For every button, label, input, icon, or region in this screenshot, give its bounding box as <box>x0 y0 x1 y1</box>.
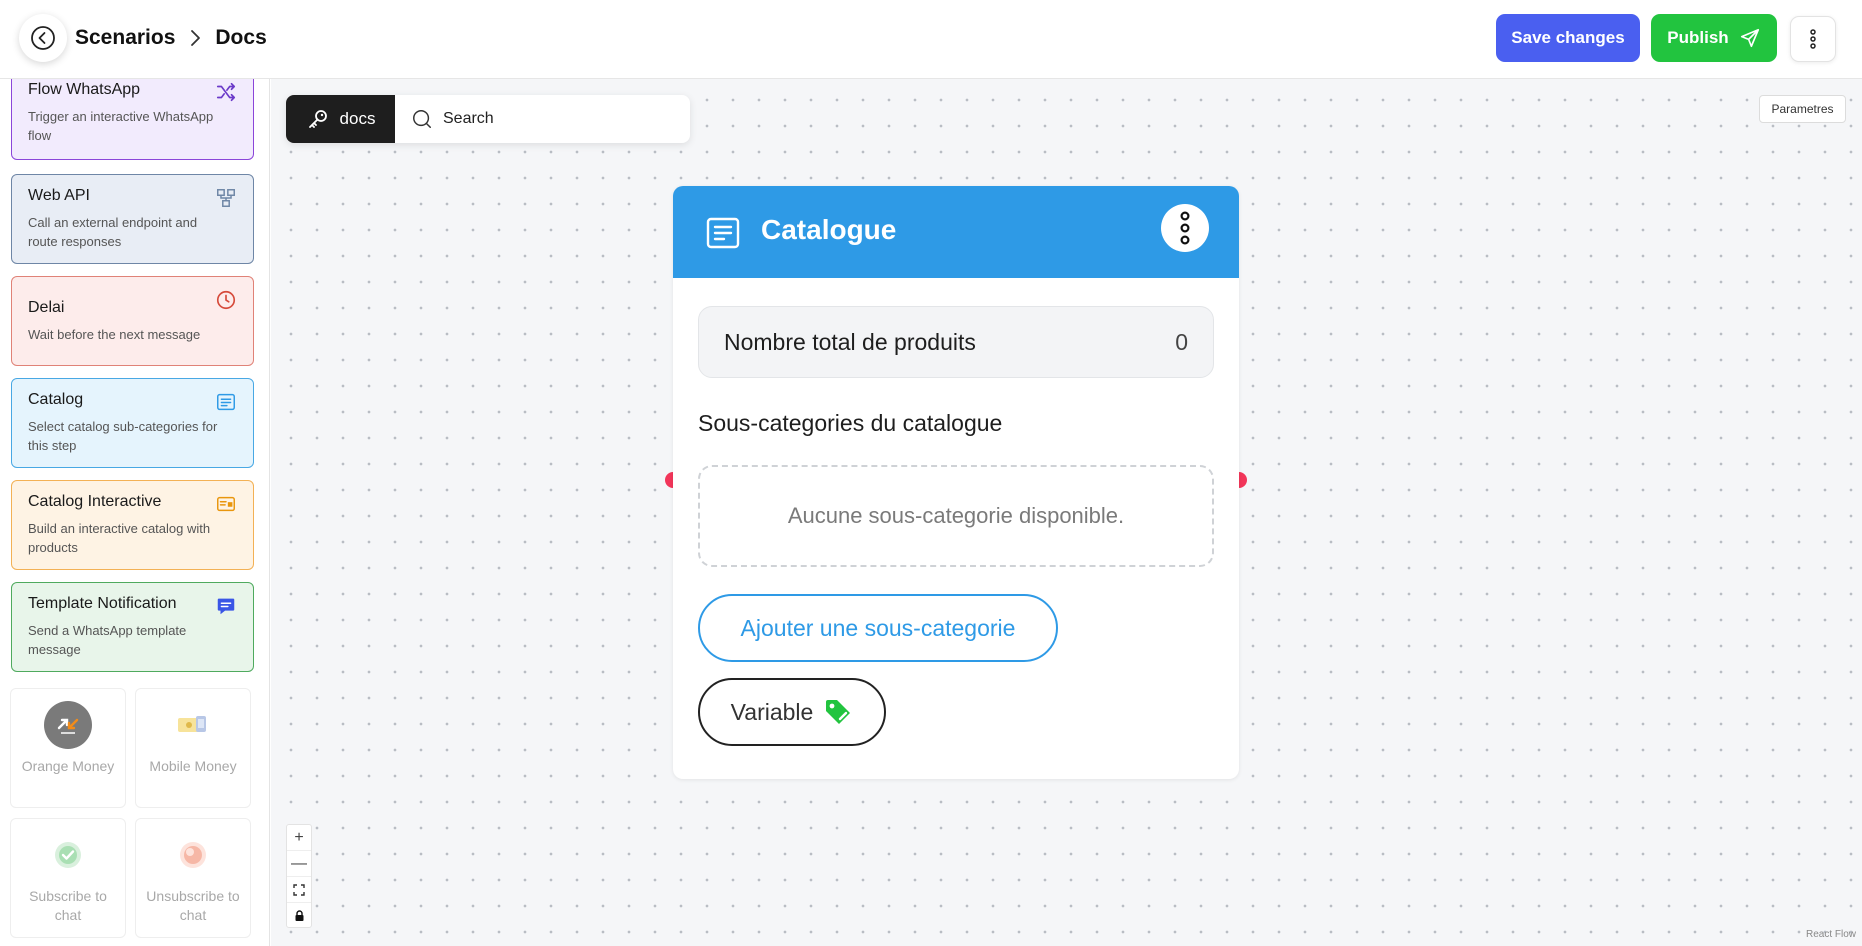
tile-label: Subscribe to chat <box>29 888 107 923</box>
palette-web-api[interactable]: Web API Call an external endpoint and ro… <box>11 174 254 264</box>
tile-unsubscribe-to-chat[interactable]: Unsubscribe to chat <box>135 818 251 938</box>
network-icon <box>217 189 235 207</box>
zoom-in-button[interactable]: + <box>287 825 311 851</box>
list-icon <box>217 393 235 411</box>
publish-label: Publish <box>1667 28 1729 47</box>
subcategories-empty-state: Aucune sous-categorie disponible. <box>698 465 1214 567</box>
mobile-money-icon <box>169 701 217 749</box>
tile-label: Unsubscribe to chat <box>146 888 240 923</box>
palette-delai[interactable]: Delai Wait before the next message <box>11 276 254 366</box>
tile-subscribe-to-chat[interactable]: Subscribe to chat <box>10 818 126 938</box>
key-icon <box>308 110 327 128</box>
save-changes-button[interactable]: Save changes <box>1496 14 1640 62</box>
subcategories-heading: Sous-categories du catalogue <box>698 410 1003 436</box>
palette-item-desc: Wait before the next message <box>28 327 201 342</box>
variable-label: Variable <box>730 698 814 725</box>
unsubscribe-icon <box>169 831 217 879</box>
orange-money-icon <box>44 701 92 749</box>
publish-button[interactable]: Publish <box>1651 14 1777 62</box>
catalogue-node[interactable]: Catalogue Nombre total de produits 0 Sou… <box>673 186 1239 779</box>
palette-item-title: Flow WhatsApp <box>28 81 141 98</box>
react-flow-attribution[interactable]: React Flow <box>1806 929 1856 940</box>
more-options-button[interactable] <box>1790 16 1836 62</box>
back-arrow-icon <box>31 26 55 50</box>
search-field <box>395 95 690 143</box>
palette-template-notification[interactable]: Template Notification Send a WhatsApp te… <box>11 582 254 672</box>
tile-label: Orange Money <box>21 758 115 774</box>
canvas-search-bar: docs <box>286 95 690 143</box>
parametres-button[interactable]: Parametres <box>1759 95 1846 123</box>
product-count-value: 0 <box>1175 328 1188 355</box>
fit-view-button[interactable] <box>287 877 311 903</box>
variable-button[interactable]: Variable <box>698 678 886 746</box>
palette-catalog-interactive[interactable]: Catalog Interactive Build an interactive… <box>11 480 254 570</box>
product-count-label: Nombre total de produits <box>724 328 976 355</box>
node-menu-button[interactable] <box>1161 204 1209 252</box>
lock-button[interactable] <box>287 903 311 929</box>
add-subcategory-button[interactable]: Ajouter une sous-categorie <box>698 594 1058 662</box>
chat-icon <box>217 598 235 615</box>
product-count-box: Nombre total de produits 0 <box>698 306 1214 378</box>
breadcrumb-scenarios[interactable]: Scenarios <box>75 26 175 50</box>
lock-icon <box>295 910 303 921</box>
palette-item-desc: Select catalog sub-categories for this s… <box>28 419 218 453</box>
vertical-dots-icon <box>1810 29 1816 49</box>
search-icon <box>413 110 431 128</box>
tile-mobile-money[interactable]: Mobile Money <box>135 688 251 808</box>
palette-item-desc: Trigger an interactive WhatsApp flow <box>28 109 214 143</box>
subscribe-icon <box>44 831 92 879</box>
palette-item-title: Catalog <box>28 391 84 408</box>
palette-catalog[interactable]: Catalog Select catalog sub-categories fo… <box>11 378 254 468</box>
node-palette-sidebar: Flow WhatsApp Trigger an interactive Wha… <box>0 79 270 946</box>
node-header: Catalogue <box>673 186 1239 278</box>
fit-view-icon <box>293 883 305 896</box>
flow-canvas[interactable]: docs Parametres Catalogue <box>271 79 1862 946</box>
tile-label: Mobile Money <box>149 758 237 774</box>
search-input[interactable] <box>443 110 683 128</box>
palette-item-desc: Build an interactive catalog with produc… <box>28 521 211 555</box>
palette-item-title: Catalog Interactive <box>28 493 162 510</box>
shuffle-icon <box>216 82 236 102</box>
breadcrumb: Scenarios Docs <box>75 24 267 52</box>
palette-item-title: Template Notification <box>28 595 177 612</box>
send-icon <box>1740 28 1759 48</box>
palette-item-desc: Send a WhatsApp template message <box>28 623 187 657</box>
docs-label: docs <box>339 109 376 128</box>
tile-orange-money[interactable]: Orange Money <box>10 688 126 808</box>
node-title: Catalogue <box>761 214 897 245</box>
document-list-icon <box>706 217 740 249</box>
top-header: Scenarios Docs Save changes Publish <box>0 0 1862 79</box>
palette-item-title: Delai <box>28 299 65 316</box>
breadcrumb-docs: Docs <box>215 26 267 49</box>
clock-icon <box>216 290 236 310</box>
tag-icon <box>826 700 851 724</box>
palette-flow-whatsapp[interactable]: Flow WhatsApp Trigger an interactive Wha… <box>11 79 254 160</box>
zoom-controls: + — <box>286 824 312 928</box>
palette-item-desc: Call an external endpoint and route resp… <box>28 215 198 249</box>
card-icon <box>217 496 235 512</box>
vertical-dots-icon <box>1180 211 1190 245</box>
chevron-right-icon <box>189 29 201 47</box>
zoom-out-button[interactable]: — <box>287 851 311 877</box>
docs-button[interactable]: docs <box>286 95 395 143</box>
palette-item-title: Web API <box>28 187 90 204</box>
back-button[interactable] <box>19 14 67 62</box>
